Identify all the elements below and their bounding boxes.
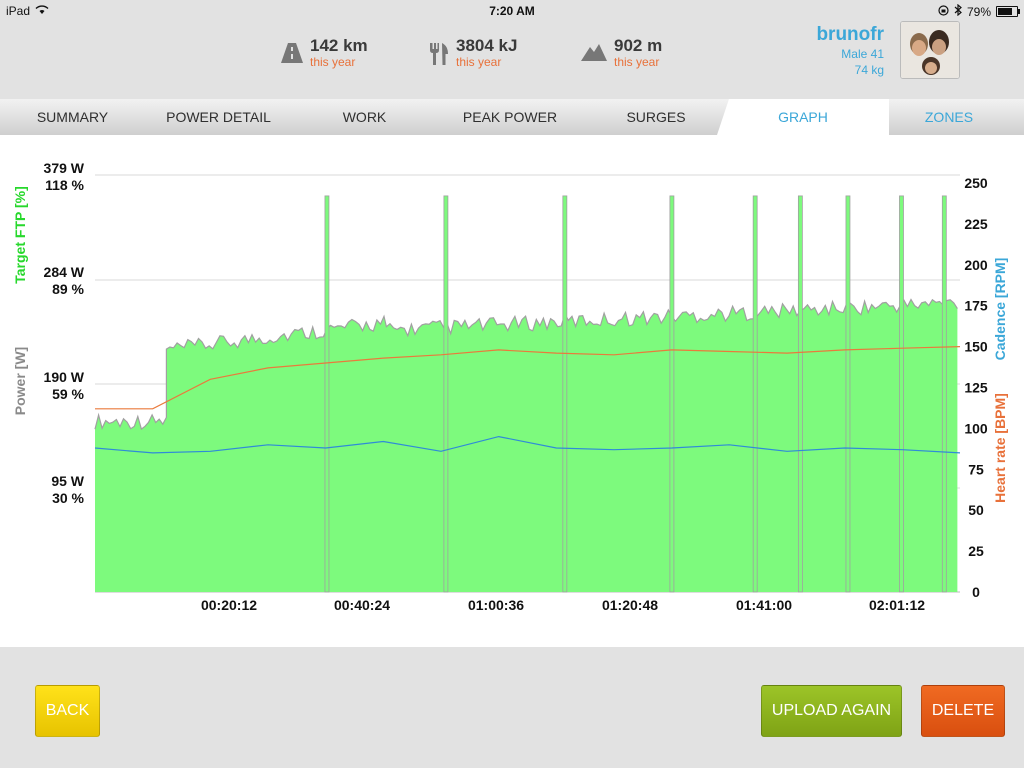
tab-summary[interactable]: SUMMARY (0, 99, 145, 135)
tab-peak-power[interactable]: PEAK POWER (437, 99, 583, 135)
ftp-tick-label: 89 % (52, 281, 84, 297)
energy-stat: 3804 kJ this year (428, 36, 517, 71)
ftp-axis-title: Target FTP [%] (12, 186, 28, 284)
mountain-icon (580, 36, 608, 67)
battery-icon (996, 6, 1020, 17)
tab-graph[interactable]: GRAPH (717, 99, 889, 135)
energy-sub: this year (456, 55, 502, 69)
power-spike (443, 195, 449, 593)
status-bar: iPad 7:20 AM 79% (0, 0, 1024, 22)
distance-sub: this year (310, 55, 356, 69)
x-tick-label: 01:41:00 (736, 597, 792, 613)
graph-panel: 379 W 118 % 284 W 89 % 190 W 59 % 95 W 3… (0, 135, 1024, 647)
right-tick-label: 125 (964, 380, 988, 396)
x-tick-label: 02:01:12 (869, 597, 925, 613)
right-tick-label: 100 (964, 420, 988, 436)
right-tick-label: 0 (972, 584, 980, 600)
elevation-value: 902 m (614, 36, 663, 55)
power-graph[interactable]: 379 W 118 % 284 W 89 % 190 W 59 % 95 W 3… (0, 135, 1024, 647)
upload-again-button[interactable]: UPLOAD AGAIN (761, 685, 902, 737)
user-profile[interactable]: brunofr Male 41 74 kg (816, 24, 884, 78)
x-tick-label: 00:20:12 (201, 597, 257, 613)
power-axis-title: Power [W] (12, 347, 28, 415)
right-tick-label: 250 (964, 175, 988, 191)
right-tick-label: 75 (968, 461, 984, 477)
clock: 7:20 AM (489, 4, 535, 18)
right-tick-label: 25 (968, 543, 984, 559)
x-tick-label: 01:20:48 (602, 597, 658, 613)
energy-value: 3804 kJ (456, 36, 518, 55)
power-spike (845, 195, 851, 593)
power-spike (562, 195, 568, 593)
tab-zones[interactable]: ZONES (889, 99, 1009, 135)
power-tick-label: 284 W (44, 264, 85, 280)
x-tick-label: 00:40:24 (334, 597, 390, 613)
back-button[interactable]: BACK (35, 685, 100, 737)
elevation-stat: 902 m this year (580, 36, 662, 69)
tab-surges[interactable]: SURGES (583, 99, 729, 135)
tab-bar: SUMMARY POWER DETAIL WORK PEAK POWER SUR… (0, 99, 1024, 135)
elevation-sub: this year (614, 55, 660, 69)
distance-value: 142 km (310, 36, 368, 55)
power-tick-label: 95 W (51, 473, 84, 489)
road-icon (280, 36, 304, 69)
power-spike (324, 195, 330, 593)
user-weight: 74 kg (854, 63, 884, 77)
power-area (95, 299, 958, 592)
delete-button[interactable]: DELETE (921, 685, 1005, 737)
power-spike (669, 195, 675, 593)
rotation-lock-icon (938, 4, 949, 19)
power-tick-label: 379 W (44, 160, 85, 176)
right-tick-label: 225 (964, 216, 988, 232)
avatar[interactable] (900, 21, 960, 79)
user-gender-age: Male 41 (841, 47, 884, 61)
power-spike (797, 195, 803, 593)
power-tick-label: 190 W (44, 369, 85, 385)
ftp-tick-label: 30 % (52, 490, 84, 506)
power-spike (899, 195, 904, 593)
heart-rate-axis-title: Heart rate [BPM] (992, 393, 1008, 503)
power-spike (941, 195, 947, 593)
bluetooth-icon (954, 3, 962, 19)
right-tick-label: 200 (964, 257, 988, 273)
x-tick-label: 01:00:36 (468, 597, 524, 613)
tab-work[interactable]: WORK (292, 99, 437, 135)
tab-power-detail[interactable]: POWER DETAIL (145, 99, 292, 135)
username: brunofr (816, 24, 884, 45)
right-tick-label: 175 (964, 298, 988, 314)
fork-knife-icon (428, 36, 450, 71)
distance-stat: 142 km this year (280, 36, 368, 69)
right-tick-label: 50 (968, 502, 984, 518)
power-spike (752, 195, 758, 593)
ftp-tick-label: 59 % (52, 386, 84, 402)
cadence-axis-title: Cadence [RPM] (992, 258, 1008, 361)
battery-percent: 79% (966, 4, 991, 19)
ftp-tick-label: 118 % (45, 177, 84, 193)
right-tick-label: 150 (964, 339, 988, 355)
